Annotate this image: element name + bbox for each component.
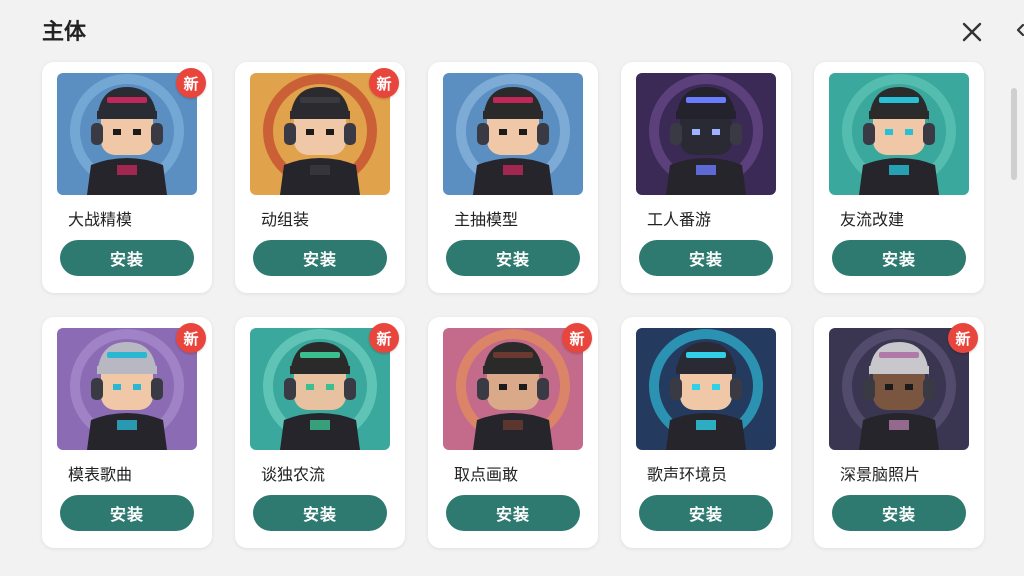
install-button[interactable]: 安装 bbox=[832, 495, 966, 531]
new-badge: 新 bbox=[562, 323, 592, 353]
character-avatar-image bbox=[250, 328, 390, 450]
theme-name: 取点画敢 bbox=[454, 465, 519, 484]
theme-card[interactable]: 新谈独农流安装 bbox=[235, 317, 405, 548]
new-badge: 新 bbox=[369, 323, 399, 353]
close-button[interactable] bbox=[958, 18, 986, 46]
new-badge: 新 bbox=[176, 323, 206, 353]
theme-card[interactable]: 新模表歌曲安装 bbox=[42, 317, 212, 548]
theme-name: 谈独农流 bbox=[261, 465, 326, 484]
theme-thumbnail[interactable] bbox=[57, 73, 197, 195]
theme-grid: 新大战精模 安装新动组装 安装 主抽模型 安装 工人番游 安装 友流改建 安装新模表歌曲 安装新谈… bbox=[42, 62, 984, 548]
theme-name: 模表歌曲 bbox=[68, 465, 133, 484]
character-avatar-image bbox=[636, 73, 776, 195]
character-avatar-image bbox=[250, 73, 390, 195]
character-avatar-image bbox=[636, 328, 776, 450]
theme-thumbnail[interactable] bbox=[636, 328, 776, 450]
install-button[interactable]: 安装 bbox=[253, 240, 387, 276]
theme-thumbnail[interactable] bbox=[829, 73, 969, 195]
scrollbar[interactable] bbox=[1011, 88, 1017, 180]
character-avatar-image bbox=[443, 328, 583, 450]
theme-name: 主抽模型 bbox=[454, 210, 519, 229]
theme-card[interactable]: 工人番游安装 bbox=[621, 62, 791, 293]
install-button[interactable]: 安装 bbox=[446, 240, 580, 276]
theme-thumbnail[interactable] bbox=[250, 328, 390, 450]
close-icon bbox=[962, 22, 982, 42]
theme-card[interactable]: 主抽模型安装 bbox=[428, 62, 598, 293]
chevron-left-icon[interactable] bbox=[1014, 22, 1024, 38]
theme-thumbnail[interactable] bbox=[443, 73, 583, 195]
character-avatar-image bbox=[57, 73, 197, 195]
install-button[interactable]: 安装 bbox=[639, 240, 773, 276]
theme-card[interactable]: 歌声环境员安装 bbox=[621, 317, 791, 548]
install-button[interactable]: 安装 bbox=[60, 240, 194, 276]
install-button[interactable]: 安装 bbox=[60, 495, 194, 531]
install-button[interactable]: 安装 bbox=[446, 495, 580, 531]
theme-thumbnail[interactable] bbox=[250, 73, 390, 195]
new-badge: 新 bbox=[948, 323, 978, 353]
header: 主体 bbox=[0, 0, 1024, 60]
theme-thumbnail[interactable] bbox=[57, 328, 197, 450]
new-badge: 新 bbox=[176, 68, 206, 98]
theme-name: 友流改建 bbox=[840, 210, 905, 229]
install-button[interactable]: 安装 bbox=[639, 495, 773, 531]
character-avatar-image bbox=[57, 328, 197, 450]
install-button[interactable]: 安装 bbox=[832, 240, 966, 276]
theme-card[interactable]: 新动组装安装 bbox=[235, 62, 405, 293]
theme-name: 大战精模 bbox=[68, 210, 133, 229]
theme-card[interactable]: 新大战精模安装 bbox=[42, 62, 212, 293]
install-button[interactable]: 安装 bbox=[253, 495, 387, 531]
theme-name: 歌声环境员 bbox=[647, 465, 728, 484]
theme-name: 深景脑照片 bbox=[840, 465, 921, 484]
character-avatar-image bbox=[443, 73, 583, 195]
character-avatar-image bbox=[829, 73, 969, 195]
theme-card[interactable]: 新取点画敢安装 bbox=[428, 317, 598, 548]
theme-name: 动组装 bbox=[261, 210, 310, 229]
page-title: 主体 bbox=[42, 20, 87, 45]
theme-thumbnail[interactable] bbox=[443, 328, 583, 450]
theme-thumbnail[interactable] bbox=[829, 328, 969, 450]
theme-thumbnail[interactable] bbox=[636, 73, 776, 195]
theme-card[interactable]: 友流改建安装 bbox=[814, 62, 984, 293]
theme-card[interactable]: 新深景脑照片安装 bbox=[814, 317, 984, 548]
character-avatar-image bbox=[829, 328, 969, 450]
theme-name: 工人番游 bbox=[647, 210, 712, 229]
new-badge: 新 bbox=[369, 68, 399, 98]
